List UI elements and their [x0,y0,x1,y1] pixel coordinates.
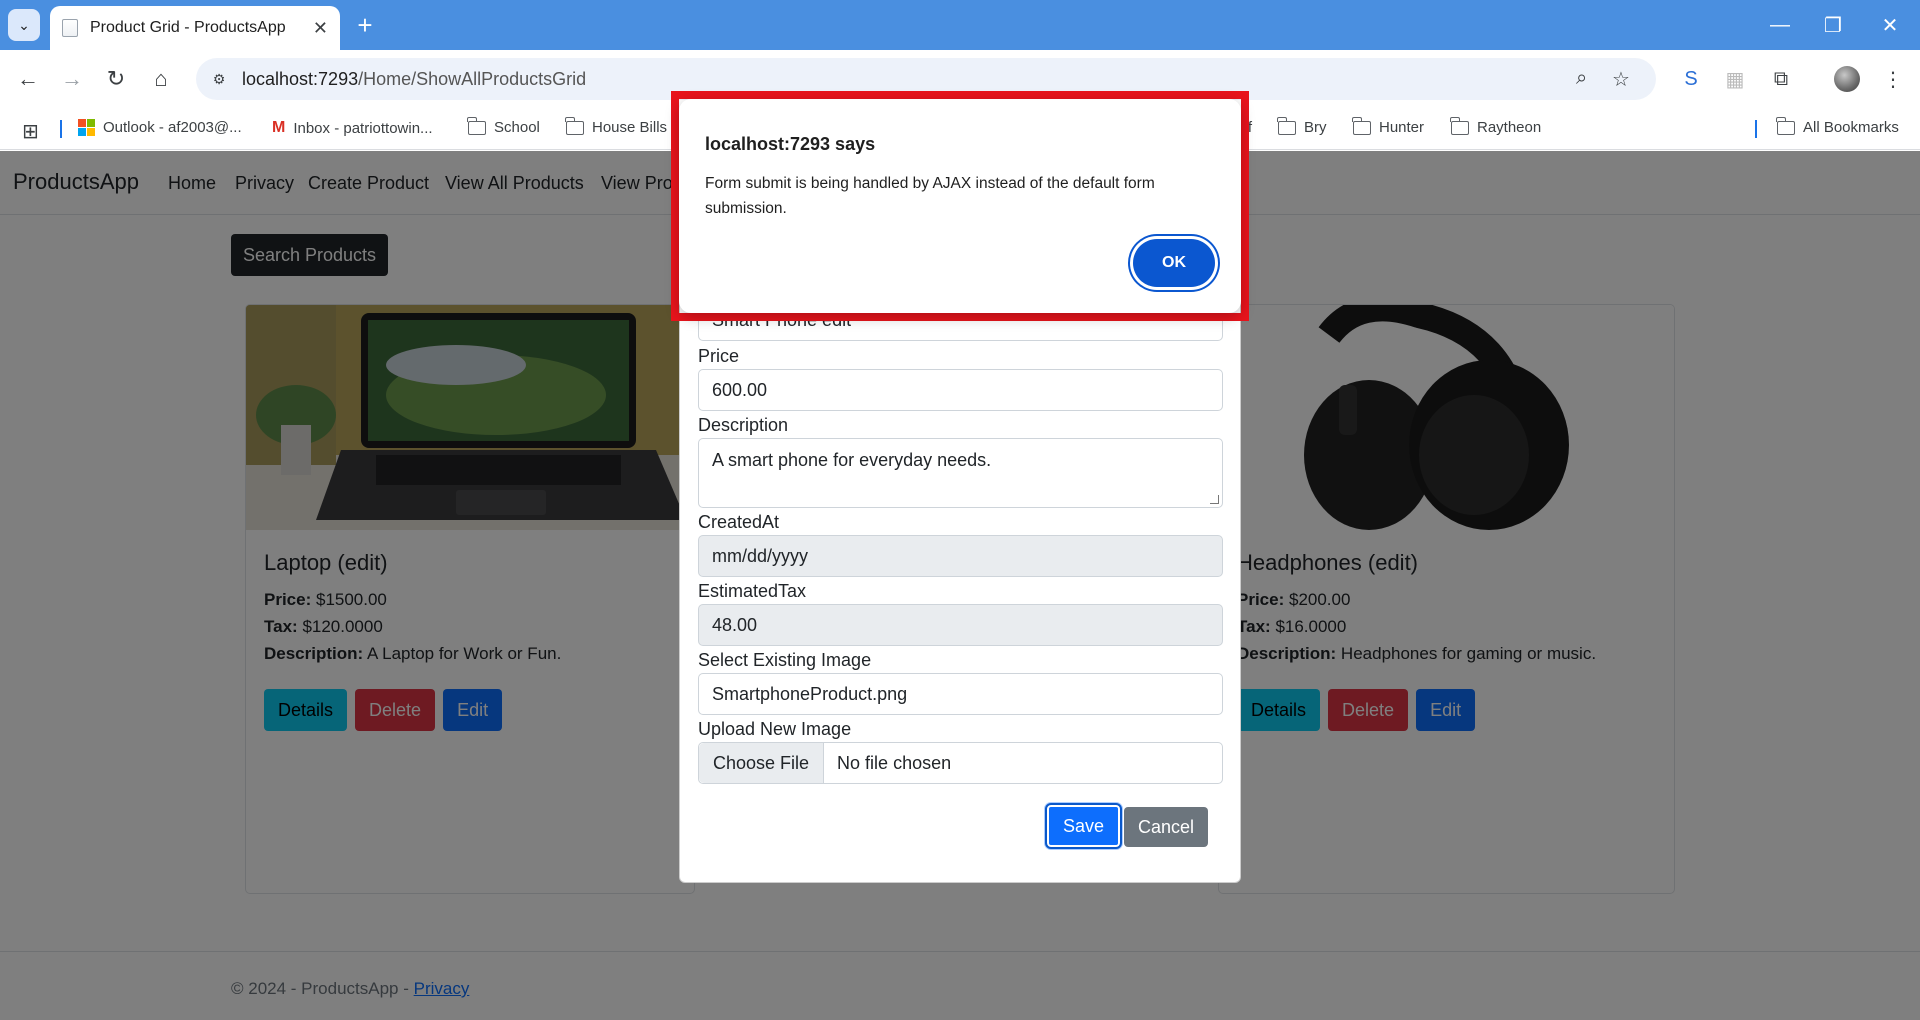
estimatedtax-input: 48.00 [698,604,1223,646]
folder-icon [467,116,486,135]
bookmark-all-bookmarks[interactable]: All Bookmarks [1776,116,1899,136]
description-label: Description [698,415,789,435]
zoom-icon[interactable]: ⌕ [1576,67,1587,90]
folder-icon [1277,116,1296,135]
folder-icon [1352,116,1371,135]
description-textarea[interactable]: A smart phone for everyday needs. [698,438,1223,508]
price-label: Price [698,346,740,366]
folder-icon [1450,116,1469,135]
resize-handle-icon[interactable] [1210,495,1219,504]
estimatedtax-label: EstimatedTax [698,581,807,601]
bookmark-outlook[interactable]: Outlook - af2003@... [78,119,242,136]
tab-search-button[interactable]: ⌄ [8,9,40,41]
extension-s-icon[interactable]: S [1678,66,1704,92]
close-window-button[interactable]: ✕ [1860,0,1920,50]
cancel-button[interactable]: Cancel [1124,807,1209,847]
existing-image-select[interactable]: SmartphoneProduct.png [698,673,1223,715]
bookmark-separator [60,120,62,138]
alert-ok-button[interactable]: OK [1133,239,1215,287]
menu-kebab-icon[interactable]: ⋮ [1880,66,1906,92]
bookmark-house-bills[interactable]: House Bills [565,116,667,136]
bookmark-star-icon[interactable]: ☆ [1612,67,1630,92]
tab-title: Product Grid - ProductsApp [90,19,286,36]
existing-image-label: Select Existing Image [698,650,872,670]
folder-icon [1776,116,1795,135]
site-info-icon[interactable]: ⚙ [206,66,232,92]
alert-title: localhost:7293 says [705,134,876,154]
profile-avatar[interactable] [1834,66,1860,92]
home-icon[interactable]: ⌂ [145,63,177,95]
gmail-icon: M [272,119,286,136]
createdat-label: CreatedAt [698,512,780,532]
bookmark-hunter[interactable]: Hunter [1352,116,1424,136]
upload-image-label: Upload New Image [698,719,852,739]
choose-file-button[interactable]: Choose File [699,743,825,783]
bookmark-gmail[interactable]: M Inbox - patriottowin... [272,119,433,137]
microsoft-icon [78,119,95,136]
minimize-window-button[interactable]: — [1750,0,1810,50]
reload-icon[interactable]: ↻ [100,63,132,95]
tab-strip: ⌄ Product Grid - ProductsApp ✕ + — ❐ ✕ [0,0,1920,50]
page-favicon-icon [62,19,78,37]
bookmark-raytheon[interactable]: Raytheon [1450,116,1541,136]
price-input[interactable]: 600.00 [698,369,1223,411]
active-tab[interactable]: Product Grid - ProductsApp ✕ [50,6,340,50]
bookmark-separator [1755,120,1757,138]
back-arrow-icon[interactable]: ← [12,63,44,95]
createdat-input: mm/dd/yyyy [698,535,1223,577]
upload-image-input[interactable]: Choose File No file chosen [698,742,1223,784]
javascript-alert-dialog: localhost:7293 says Form submit is being… [679,99,1241,313]
extension-grid-icon[interactable]: ▦ [1722,66,1748,92]
restore-window-button[interactable]: ❐ [1803,0,1863,50]
bookmark-school[interactable]: School [467,116,540,136]
save-button[interactable]: Save [1044,803,1123,849]
folder-icon [565,116,584,135]
url-text: localhost:7293/Home/ShowAllProductsGrid [242,69,587,89]
alert-message: Form submit is being handled by AJAX ins… [705,175,1155,217]
chevron-down-icon: ⌄ [18,16,30,33]
bookmark-bry[interactable]: Bry [1277,116,1327,136]
close-tab-icon[interactable]: ✕ [313,18,328,39]
new-tab-button[interactable]: + [350,10,380,40]
forward-arrow-icon[interactable]: → [56,63,88,95]
apps-grid-icon[interactable]: ⊞ [22,119,39,144]
no-file-text: No file chosen [837,752,952,773]
extensions-puzzle-icon[interactable]: ⧉ [1768,66,1794,92]
